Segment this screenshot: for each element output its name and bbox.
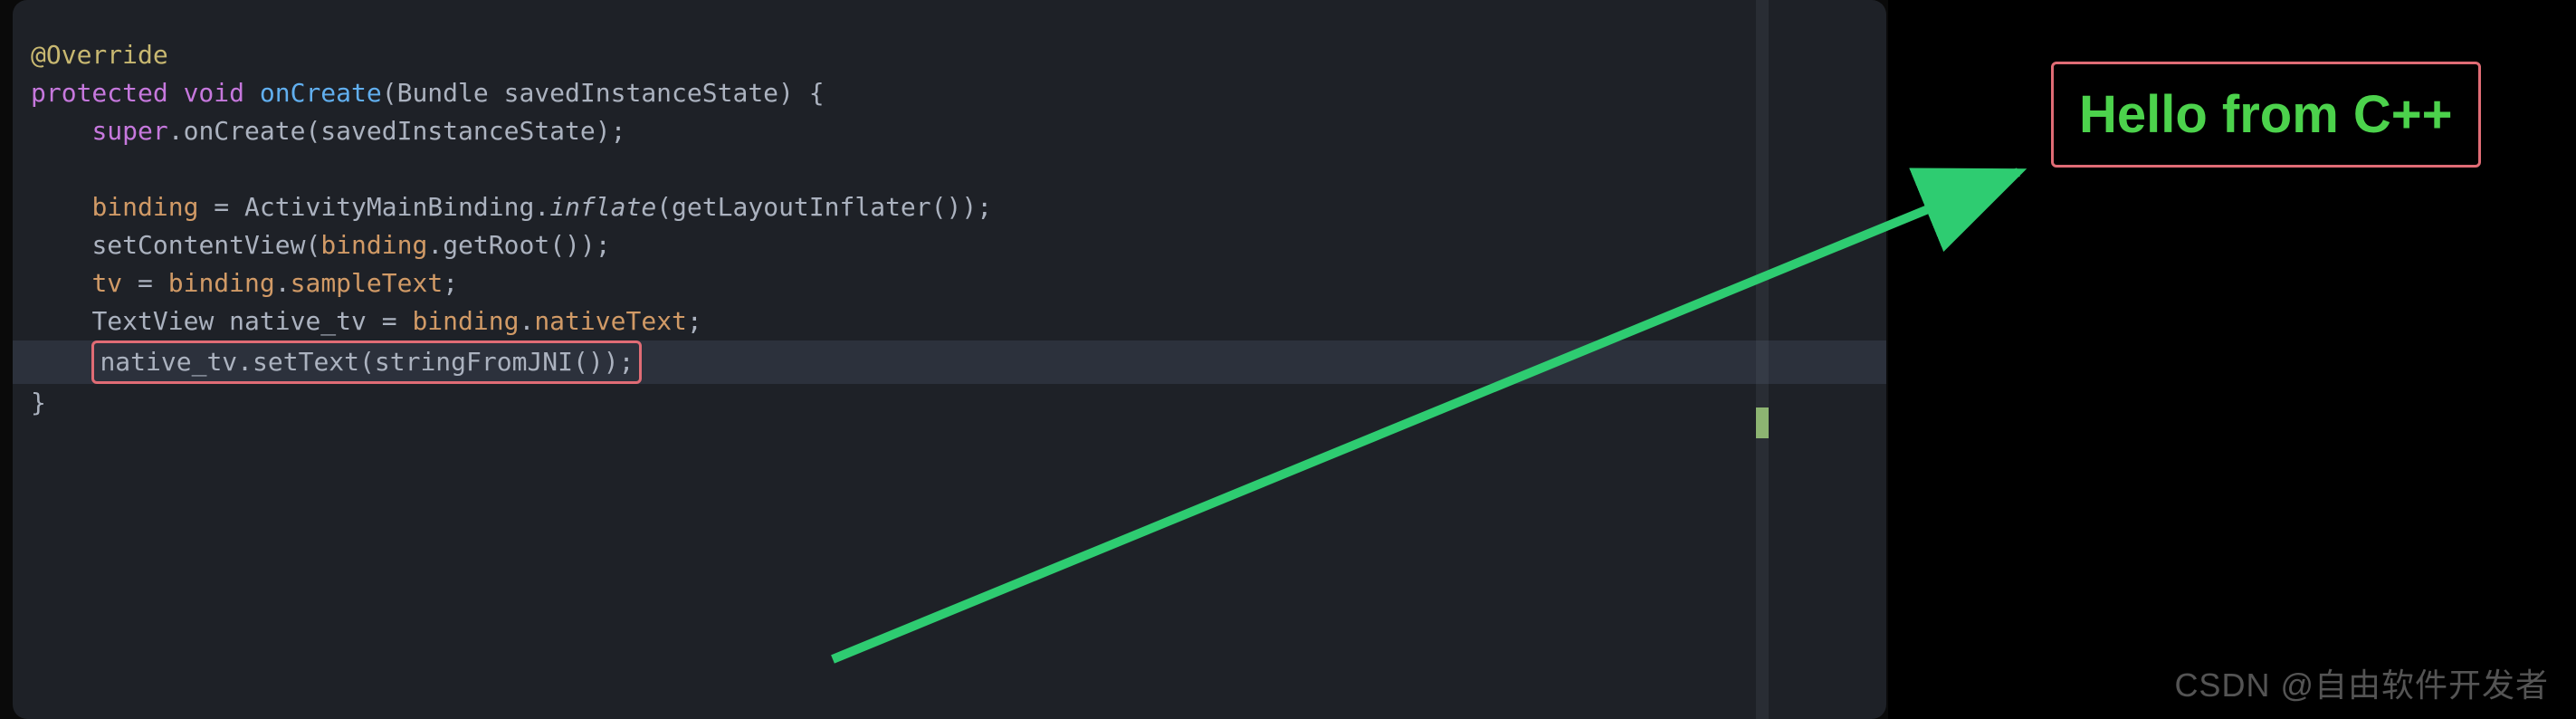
scrollbar-change-marker: [1756, 407, 1769, 438]
code-line: TextView native_tv = binding.nativeText;: [31, 302, 1850, 340]
code-line: }: [31, 384, 1850, 422]
field-tv: tv: [91, 268, 122, 298]
type-textview: TextView: [91, 306, 214, 336]
field-binding: binding: [91, 192, 198, 222]
code-line: binding = ActivityMainBinding.inflate(ge…: [31, 188, 1850, 226]
watermark-text: CSDN @自由软件开发者: [2174, 661, 2549, 710]
output-highlight-box: Hello from C++: [2051, 62, 2481, 168]
keyword-void: void: [184, 78, 244, 108]
variable: native_tv: [229, 306, 367, 336]
code-line: tv = binding.sampleText;: [31, 264, 1850, 302]
method-call: getRoot: [443, 230, 549, 260]
property: sampleText: [291, 268, 444, 298]
jni-call-statement: native_tv.setText(stringFromJNI());: [100, 347, 634, 377]
param-type: Bundle: [397, 78, 489, 108]
highlighted-statement-box: native_tv.setText(stringFromJNI());: [91, 340, 642, 384]
annotation: @Override: [31, 40, 168, 70]
code-line: protected void onCreate(Bundle savedInst…: [31, 74, 1850, 112]
field-binding: binding: [168, 268, 275, 298]
code-line: @Override: [31, 36, 1850, 74]
keyword-protected: protected: [31, 78, 168, 108]
code-line: super.onCreate(savedInstanceState);: [31, 112, 1850, 150]
app-output-screen: Hello from C++ CSDN @自由软件开发者: [1888, 0, 2576, 719]
closing-brace: }: [31, 388, 46, 417]
code-editor-pane: @Override protected void onCreate(Bundle…: [13, 0, 1886, 719]
code-line: setContentView(binding.getRoot());: [31, 226, 1850, 264]
output-text: Hello from C++: [2079, 75, 2453, 154]
class-name: ActivityMainBinding: [244, 192, 534, 222]
scrollbar-track[interactable]: [1756, 0, 1769, 719]
field-binding: binding: [412, 306, 519, 336]
method-call: onCreate: [184, 116, 306, 146]
param-name: savedInstanceState: [504, 78, 778, 108]
property: nativeText: [534, 306, 687, 336]
keyword-super: super: [91, 116, 167, 146]
method-call: setContentView: [91, 230, 305, 260]
method-name: onCreate: [260, 78, 382, 108]
field-binding: binding: [320, 230, 427, 260]
static-method: inflate: [549, 192, 656, 222]
code-line-blank: [31, 150, 1850, 188]
code-line-highlighted: native_tv.setText(stringFromJNI());: [13, 340, 1886, 384]
